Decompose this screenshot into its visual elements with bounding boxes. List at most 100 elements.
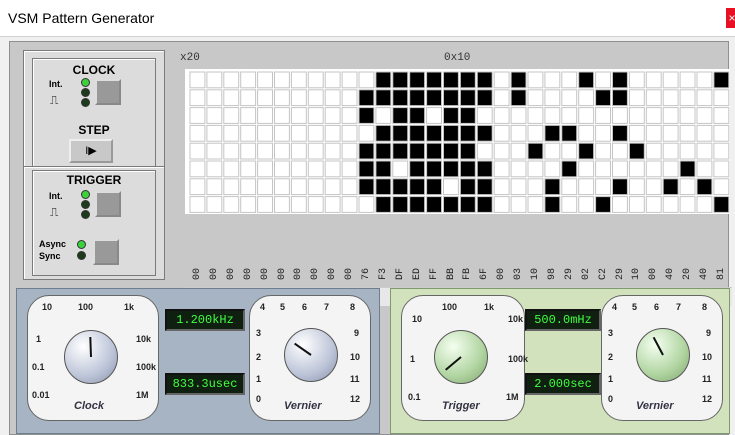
grid-cell-off[interactable]: [561, 71, 578, 89]
grid-cell-off[interactable]: [223, 160, 240, 178]
grid-cell-off[interactable]: [274, 196, 290, 213]
grid-cell-off[interactable]: [713, 107, 730, 124]
grid-cell-off[interactable]: [493, 196, 510, 213]
grid-cell-on[interactable]: [510, 89, 527, 107]
grid-cell-off[interactable]: [240, 142, 257, 160]
grid-cell-on[interactable]: [409, 196, 426, 213]
grid-cell-off[interactable]: [257, 178, 273, 196]
clock-range-knob[interactable]: [64, 330, 118, 384]
grid-cell-off[interactable]: [493, 160, 510, 178]
grid-cell-on[interactable]: [426, 178, 443, 196]
grid-cell-on[interactable]: [426, 196, 443, 213]
grid-cell-on[interactable]: [459, 107, 476, 124]
grid-cell-on[interactable]: [459, 89, 476, 107]
grid-cell-off[interactable]: [324, 160, 341, 178]
grid-cell-off[interactable]: [476, 142, 493, 160]
grid-cell-off[interactable]: [189, 196, 206, 213]
grid-cell-off[interactable]: [662, 124, 679, 142]
grid-cell-off[interactable]: [206, 107, 223, 124]
grid-cell-on[interactable]: [612, 124, 628, 142]
grid-cell-off[interactable]: [595, 178, 612, 196]
grid-cell-off[interactable]: [645, 160, 662, 178]
grid-cell-off[interactable]: [223, 124, 240, 142]
grid-cell-off[interactable]: [240, 196, 257, 213]
grid-cell-off[interactable]: [392, 160, 409, 178]
grid-cell-off[interactable]: [426, 107, 443, 124]
grid-cell-off[interactable]: [645, 71, 662, 89]
grid-cell-off[interactable]: [645, 142, 662, 160]
grid-cell-off[interactable]: [189, 178, 206, 196]
grid-cell-off[interactable]: [307, 178, 324, 196]
grid-cell-on[interactable]: [476, 89, 493, 107]
grid-cell-off[interactable]: [696, 107, 713, 124]
grid-cell-on[interactable]: [358, 107, 375, 124]
grid-cell-off[interactable]: [307, 142, 324, 160]
clock-source-button[interactable]: [95, 79, 121, 105]
grid-cell-on[interactable]: [544, 196, 561, 213]
grid-cell-on[interactable]: [375, 71, 392, 89]
grid-cell-off[interactable]: [662, 107, 679, 124]
grid-cell-off[interactable]: [595, 124, 612, 142]
grid-cell-off[interactable]: [544, 160, 561, 178]
grid-cell-off[interactable]: [578, 124, 595, 142]
grid-cell-off[interactable]: [595, 107, 612, 124]
grid-cell-on[interactable]: [375, 142, 392, 160]
grid-cell-off[interactable]: [223, 71, 240, 89]
grid-cell-off[interactable]: [713, 142, 730, 160]
grid-cell-on[interactable]: [612, 89, 628, 107]
grid-cell-off[interactable]: [206, 196, 223, 213]
grid-cell-on[interactable]: [375, 196, 392, 213]
grid-cell-off[interactable]: [510, 107, 527, 124]
grid-cell-on[interactable]: [426, 124, 443, 142]
grid-cell-off[interactable]: [628, 196, 645, 213]
grid-cell-off[interactable]: [544, 107, 561, 124]
grid-cell-off[interactable]: [290, 89, 307, 107]
grid-cell-off[interactable]: [696, 124, 713, 142]
grid-cell-off[interactable]: [307, 124, 324, 142]
grid-cell-off[interactable]: [341, 124, 358, 142]
grid-cell-off[interactable]: [257, 89, 273, 107]
grid-cell-off[interactable]: [578, 89, 595, 107]
grid-cell-off[interactable]: [510, 196, 527, 213]
grid-cell-off[interactable]: [578, 160, 595, 178]
grid-cell-off[interactable]: [240, 178, 257, 196]
grid-cell-off[interactable]: [595, 160, 612, 178]
grid-cell-off[interactable]: [612, 196, 628, 213]
grid-cell-off[interactable]: [274, 124, 290, 142]
grid-cell-off[interactable]: [561, 107, 578, 124]
grid-cell-off[interactable]: [612, 160, 628, 178]
grid-cell-on[interactable]: [459, 178, 476, 196]
grid-cell-off[interactable]: [223, 89, 240, 107]
grid-cell-on[interactable]: [527, 142, 544, 160]
grid-cell-off[interactable]: [324, 178, 341, 196]
trigger-range-knob[interactable]: [434, 330, 488, 384]
grid-cell-off[interactable]: [257, 107, 273, 124]
grid-cell-off[interactable]: [595, 142, 612, 160]
grid-cell-on[interactable]: [476, 160, 493, 178]
grid-cell-off[interactable]: [628, 178, 645, 196]
grid-cell-on[interactable]: [713, 71, 730, 89]
grid-cell-off[interactable]: [645, 124, 662, 142]
grid-cell-off[interactable]: [290, 196, 307, 213]
grid-cell-off[interactable]: [645, 107, 662, 124]
grid-cell-off[interactable]: [290, 71, 307, 89]
grid-cell-off[interactable]: [324, 71, 341, 89]
grid-cell-on[interactable]: [443, 142, 459, 160]
grid-cell-off[interactable]: [290, 142, 307, 160]
grid-cell-off[interactable]: [206, 71, 223, 89]
grid-cell-off[interactable]: [307, 160, 324, 178]
grid-cell-off[interactable]: [324, 124, 341, 142]
grid-cell-off[interactable]: [493, 107, 510, 124]
grid-cell-off[interactable]: [240, 71, 257, 89]
grid-cell-on[interactable]: [476, 196, 493, 213]
grid-cell-off[interactable]: [341, 71, 358, 89]
grid-cell-on[interactable]: [443, 71, 459, 89]
close-icon[interactable]: ×: [726, 8, 735, 28]
grid-cell-on[interactable]: [443, 107, 459, 124]
grid-cell-on[interactable]: [544, 178, 561, 196]
grid-cell-on[interactable]: [510, 71, 527, 89]
grid-cell-off[interactable]: [527, 124, 544, 142]
grid-cell-off[interactable]: [679, 124, 696, 142]
grid-cell-off[interactable]: [510, 142, 527, 160]
grid-cell-off[interactable]: [696, 142, 713, 160]
